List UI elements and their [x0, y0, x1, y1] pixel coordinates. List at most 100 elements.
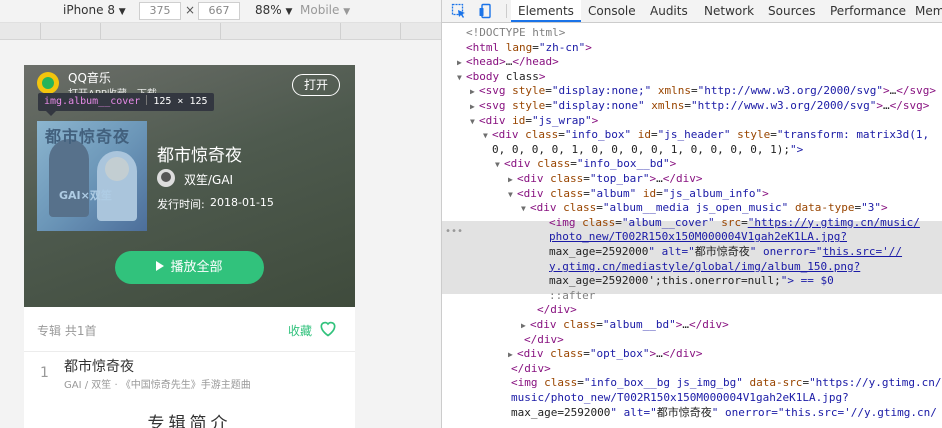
release-label: 发行时间: [157, 198, 205, 211]
singer-name[interactable]: 双笙/GAI [184, 171, 233, 188]
device-name: iPhone 8 [63, 3, 115, 17]
dom-tree: ••• <!DOCTYPE html> <html lang="zh-cn"> ▶ <… [442, 24, 942, 428]
dom-node-line[interactable]: ▶ <svg style="display:none;" xmlns="http:… [470, 84, 936, 100]
ruler-segment[interactable] [100, 23, 221, 39]
dimension-separator: × [185, 3, 196, 17]
dom-node-line[interactable]: ▼ <body class> [457, 70, 546, 86]
list-item[interactable]: 1 都市惊奇夜 GAI / 双笙 · 《中国惊奇先生》手游主题曲 [24, 351, 355, 397]
track-number: 1 [40, 365, 49, 381]
expanded-triangle-icon[interactable]: ▼ [508, 188, 517, 203]
dom-node-line[interactable]: ▶ <head>…</head> [457, 55, 559, 71]
album-title: 都市惊奇夜 [157, 146, 242, 166]
mode-value: Mobile [300, 3, 340, 17]
dom-node-line[interactable]: </div> [528, 303, 577, 318]
dom-node-line[interactable]: ▼ <div class="album" id="js_album_info"> [508, 187, 769, 203]
device-emulation-pane: iPhone 8 ▼ 375 × 667 88% ▼ Mobile ▼ QQ音乐… [0, 0, 441, 428]
devtools-pane: Elements Console Audits Network Sources … [441, 0, 942, 428]
media-query-ruler[interactable] [0, 23, 441, 40]
tooltip-divider [146, 95, 148, 105]
tab-network[interactable]: Network [704, 0, 754, 22]
tab-sources[interactable]: Sources [768, 0, 815, 22]
dom-node-line[interactable]: <img class="album__cover" src="https://y… [540, 216, 920, 231]
dom-node-line[interactable]: ▼ <div class="info_box__bd"> [495, 157, 676, 173]
dom-node-line[interactable]: </div> [515, 333, 564, 348]
dom-node-line[interactable]: ▼ <div id="js_wrap"> [470, 114, 598, 130]
tab-audits[interactable]: Audits [650, 0, 688, 22]
expanded-triangle-icon[interactable]: ▼ [457, 71, 466, 86]
collapsed-triangle-icon[interactable]: ▶ [508, 173, 517, 188]
dom-node-line[interactable]: ▼ <div class="info_box" id="js_header" st… [483, 128, 929, 144]
ruler-segment[interactable] [0, 23, 41, 39]
expanded-triangle-icon[interactable]: ▼ [521, 202, 530, 217]
device-select[interactable]: iPhone 8 ▼ [63, 3, 126, 17]
width-input[interactable]: 375 [139, 2, 181, 20]
play-all-label: 播放全部 [170, 260, 223, 275]
tab-performance[interactable]: Performance [830, 0, 906, 22]
collapsed-triangle-icon[interactable]: ▶ [470, 100, 479, 115]
track-subtitle: GAI / 双笙 · 《中国惊奇先生》手游主题曲 [64, 380, 251, 391]
chevron-down-icon: ▼ [285, 7, 293, 17]
dom-node-line[interactable]: <!DOCTYPE html> [457, 26, 565, 41]
open-app-button[interactable]: 打开 [292, 74, 340, 96]
song-list-header: 专辑 共1首 收藏 [24, 307, 355, 352]
tab-memory[interactable]: Mem [915, 0, 942, 22]
more-options-icon[interactable]: ••• [445, 225, 463, 240]
dom-node-line[interactable]: max_age=2592000';this.onerror=null;"> ==… [540, 274, 834, 289]
dom-node-line[interactable]: photo_new/T002R150x150M000004V1gah2eK1LA… [540, 230, 847, 245]
collapsed-triangle-icon[interactable]: ▶ [470, 85, 479, 100]
dom-node-line[interactable]: <img class="info_box__bg js_img_bg" data… [502, 376, 942, 391]
album-intro-heading: 专辑简介 [147, 414, 232, 428]
dom-node-line[interactable]: music/photo_new/T002R150x150M000004V1gah… [502, 391, 849, 406]
tooltip-size: 125 × 125 [153, 96, 208, 107]
dom-node-line[interactable]: max_age=2592000" alt="都市惊奇夜" onerror="th… [540, 245, 902, 260]
song-count-label: 专辑 共1首 [37, 324, 97, 338]
dom-node-line[interactable]: ▼ <div class="album__media js_open_music"… [521, 201, 888, 217]
tooltip-selector: img.album__cover [44, 96, 141, 107]
expanded-triangle-icon[interactable]: ▼ [470, 115, 479, 130]
dom-node-line[interactable]: ::after [540, 289, 595, 304]
heart-icon[interactable] [318, 318, 338, 338]
ruler-segment[interactable] [220, 23, 341, 39]
dom-node-line[interactable]: <html lang="zh-cn"> [457, 41, 592, 56]
tab-elements[interactable]: Elements [511, 0, 581, 22]
zoom-value: 88% [255, 3, 282, 17]
toolbar-divider [506, 4, 507, 18]
qq-music-logo-icon [37, 72, 59, 94]
expanded-triangle-icon[interactable]: ▼ [483, 129, 492, 144]
dom-node-line[interactable]: y.gtimg.cn/mediastyle/global/img/album_1… [540, 260, 860, 275]
release-date: 2018-01-15 [210, 196, 274, 209]
favorite-label[interactable]: 收藏 [288, 322, 312, 339]
ruler-segment[interactable] [340, 23, 401, 39]
chevron-down-icon: ▼ [343, 7, 351, 17]
track-title: 都市惊奇夜 [64, 359, 134, 375]
device-toggle-icon[interactable] [478, 3, 494, 19]
tab-console[interactable]: Console [588, 0, 636, 22]
play-icon [156, 261, 165, 271]
expanded-triangle-icon[interactable]: ▼ [495, 158, 504, 173]
play-all-button[interactable]: 播放全部 [115, 251, 264, 284]
phone-viewport: QQ音乐 打开APP收藏，下载 打开 都市惊奇夜 GAI×双笙 都市惊奇夜 双笙… [24, 65, 355, 428]
dom-node-line[interactable]: ▶ <div class="album__bd">…</div> [521, 318, 729, 334]
dom-node-line[interactable]: ▶ <div class="opt_box">…</div> [508, 347, 702, 363]
dom-node-line[interactable]: max_age=2592000" alt="都市惊奇夜" onerror="th… [502, 406, 937, 421]
dom-node-line[interactable]: </div> [502, 362, 551, 377]
throttle-select[interactable]: Mobile ▼ [300, 3, 350, 17]
zoom-select[interactable]: 88% ▼ [255, 3, 292, 17]
collapsed-triangle-icon[interactable]: ▶ [508, 348, 517, 363]
inspect-tooltip: img.album__cover 125 × 125 [38, 93, 214, 116]
dom-node-line[interactable]: ▶ <svg style="display:none" xmlns="http:/… [470, 99, 929, 115]
collapsed-triangle-icon[interactable]: ▶ [457, 56, 466, 71]
height-input[interactable]: 667 [198, 2, 240, 20]
app-name: QQ音乐 [68, 71, 111, 85]
dom-node-line[interactable]: ▶ <div class="top_bar">…</div> [508, 172, 702, 188]
device-toolbar: iPhone 8 ▼ 375 × 667 88% ▼ Mobile ▼ [0, 0, 441, 23]
dom-node-line[interactable]: 0, 0, 0, 0, 1, 0, 0, 0, 0, 1, 0, 0, 0, 0… [483, 143, 803, 158]
album-cover[interactable]: 都市惊奇夜 GAI×双笙 [37, 121, 147, 231]
inspect-highlight-overlay [37, 121, 147, 231]
devtools-tabbar: Elements Console Audits Network Sources … [442, 0, 942, 23]
ruler-segment[interactable] [40, 23, 101, 39]
inspect-element-icon[interactable] [451, 3, 467, 19]
chevron-down-icon: ▼ [118, 7, 126, 17]
avatar[interactable] [157, 169, 175, 187]
collapsed-triangle-icon[interactable]: ▶ [521, 319, 530, 334]
